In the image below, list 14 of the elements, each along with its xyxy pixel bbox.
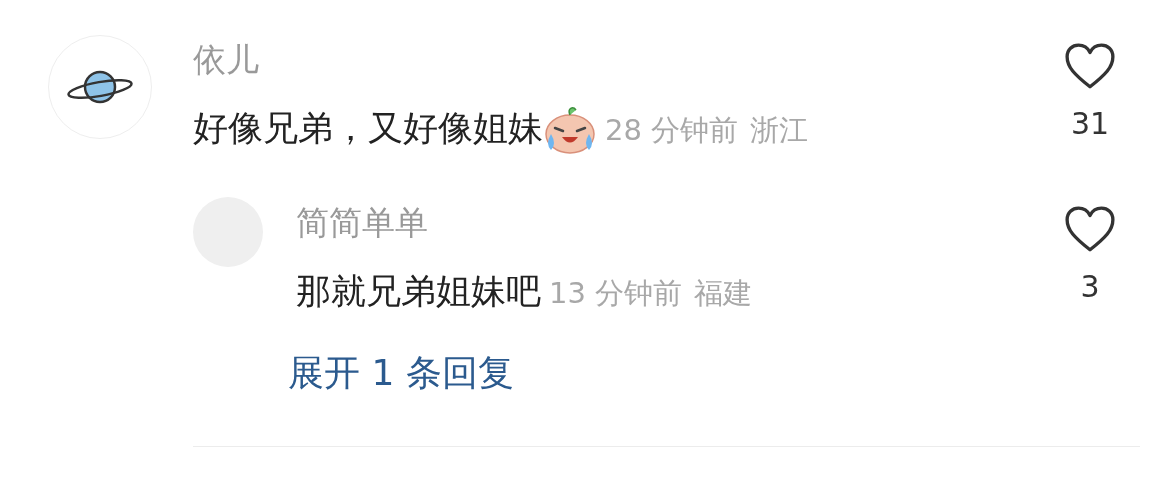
username[interactable]: 依儿 xyxy=(193,35,999,85)
location: 浙江 xyxy=(750,112,809,149)
heart-icon[interactable] xyxy=(1064,205,1116,253)
location: 福建 xyxy=(694,275,753,312)
like-count: 3 xyxy=(1080,268,1100,306)
timestamp: 13 分钟前 xyxy=(549,275,683,312)
like-count: 31 xyxy=(1070,105,1110,143)
timestamp: 28 分钟前 xyxy=(605,112,739,149)
expand-replies-link[interactable]: 展开 1 条回复 xyxy=(288,348,514,398)
username[interactable]: 简简单单 xyxy=(296,198,1007,248)
comment-text: 好像兄弟，又好像姐妹 xyxy=(193,107,543,150)
crying-face-icon xyxy=(543,104,597,154)
heart-icon[interactable] xyxy=(1064,42,1116,90)
reply-text: 那就兄弟姐妹吧 xyxy=(296,270,541,313)
